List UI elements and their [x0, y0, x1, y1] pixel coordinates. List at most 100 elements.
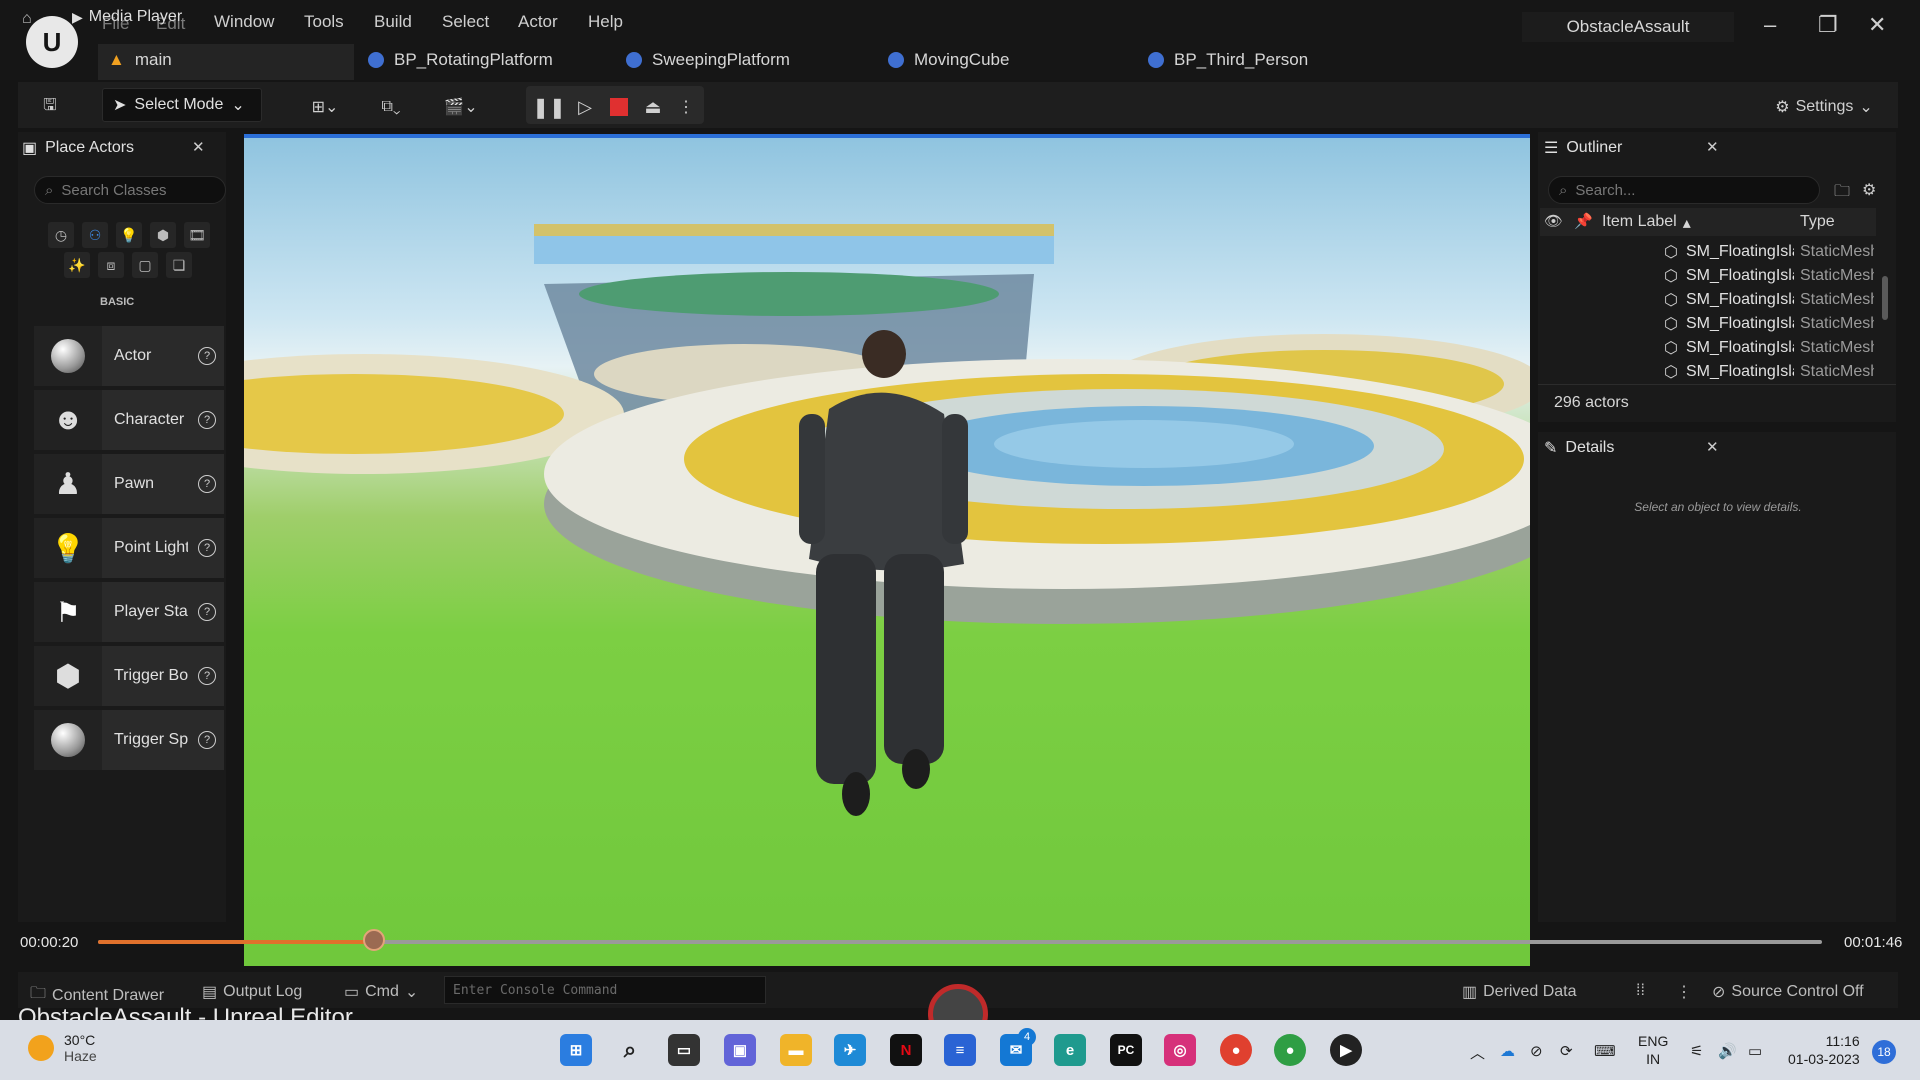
help-icon[interactable]: ?: [198, 731, 216, 749]
unreal-logo-icon[interactable]: U: [26, 16, 78, 68]
file-explorer-icon[interactable]: ▬: [780, 1034, 812, 1066]
home-icon[interactable]: ⌂: [22, 10, 32, 28]
onedrive-icon[interactable]: ☁: [1500, 1042, 1515, 1060]
tray-icon[interactable]: ⊘: [1530, 1042, 1543, 1060]
search-icon[interactable]: ⌕: [614, 1034, 646, 1066]
add-actor-button[interactable]: ⊞⌄: [302, 92, 348, 122]
help-icon[interactable]: ?: [198, 347, 216, 365]
restore-icon[interactable]: ❐: [1818, 12, 1838, 38]
gear-icon[interactable]: ⚙: [1862, 180, 1876, 200]
menu-help[interactable]: Help: [588, 12, 623, 32]
outliner-row[interactable]: ⬡ SM_FloatingIsland StaticMeshActor: [1664, 312, 1876, 336]
actor-item-player-start[interactable]: ⚑ Player Start ?: [34, 582, 224, 642]
derived-data-button[interactable]: ▥ Derived Data: [1462, 982, 1577, 1002]
chrome-icon[interactable]: ●: [1220, 1034, 1252, 1066]
pause-icon[interactable]: ❚❚: [532, 92, 566, 122]
clock[interactable]: 11:16 01-03-2023: [1788, 1032, 1860, 1068]
notification-badge[interactable]: 18: [1872, 1040, 1896, 1064]
outliner-scrollbar[interactable]: [1882, 276, 1888, 320]
basic-icon[interactable]: ⚇: [82, 222, 108, 248]
outliner-row[interactable]: ⬡ SM_FloatingIsland StaticMeshActor: [1664, 360, 1876, 384]
lights-icon[interactable]: 💡: [116, 222, 142, 248]
settings-button[interactable]: ⚙ Settings ⌄: [1766, 92, 1882, 122]
source-control-button[interactable]: ⊘ Source Control Off: [1712, 982, 1864, 1002]
visual-effects-icon[interactable]: ✨: [64, 252, 90, 278]
geometry-icon[interactable]: ⧈: [98, 252, 124, 278]
stop-button[interactable]: [606, 92, 632, 122]
actor-item-pawn[interactable]: ♟ Pawn ?: [34, 454, 224, 514]
pycharm-icon[interactable]: PC: [1110, 1034, 1142, 1066]
menu-tools[interactable]: Tools: [304, 12, 344, 32]
recent-icon[interactable]: ◷: [48, 222, 74, 248]
actor-item-trigger-box[interactable]: ⬢ Trigger Box ?: [34, 646, 224, 706]
blueprint-button[interactable]: ⧉⌄: [368, 92, 414, 122]
teams-chat-icon[interactable]: ▣: [724, 1034, 756, 1066]
shapes-icon[interactable]: ⬢: [150, 222, 176, 248]
game-viewport[interactable]: [244, 134, 1530, 966]
minimize-icon[interactable]: –: [1764, 12, 1776, 38]
battery-icon[interactable]: ▭: [1748, 1042, 1762, 1060]
volume-icon[interactable]: 🔊: [1718, 1042, 1737, 1060]
volumes-icon[interactable]: ▢: [132, 252, 158, 278]
task-view-icon[interactable]: ▭: [668, 1034, 700, 1066]
cinematic-icon[interactable]: 🎞: [184, 222, 210, 248]
sync-icon[interactable]: ⟳: [1560, 1042, 1573, 1060]
menu-build[interactable]: Build: [374, 12, 412, 32]
tab-bp-rotating-platform[interactable]: BP_RotatingPlatform: [368, 50, 553, 70]
app-icon[interactable]: ✈: [834, 1034, 866, 1066]
seek-handle[interactable]: [362, 929, 385, 951]
tab-sweeping-platform[interactable]: SweepingPlatform: [626, 50, 790, 70]
close-panel-icon[interactable]: ✕: [1706, 138, 1719, 156]
output-log-button[interactable]: ▤ Output Log: [202, 982, 302, 1002]
outliner-row[interactable]: ⬡ SM_FloatingIsland StaticMeshActor: [1664, 264, 1876, 288]
all-classes-icon[interactable]: ❏: [166, 252, 192, 278]
netflix-icon[interactable]: N: [890, 1034, 922, 1066]
frame-advance-icon[interactable]: ▷: [572, 92, 598, 122]
actor-item-point-light[interactable]: 💡 Point Light ?: [34, 518, 224, 578]
menu-window[interactable]: Window: [214, 12, 274, 32]
trace-icon[interactable]: ⁞⁞: [1636, 982, 1645, 1000]
help-icon[interactable]: ?: [198, 667, 216, 685]
wifi-icon[interactable]: ⚟: [1690, 1042, 1703, 1060]
console-command-input[interactable]: Enter Console Command: [444, 976, 766, 1004]
actor-item-character[interactable]: ☻ Character ?: [34, 390, 224, 450]
cmd-dropdown[interactable]: ▭ Cmd ⌄: [344, 982, 418, 1002]
outliner-row[interactable]: ⬡ SM_FloatingIsland StaticMeshActor: [1664, 336, 1876, 360]
language-indicator[interactable]: ENG IN: [1638, 1032, 1668, 1068]
outliner-search-input[interactable]: ⌕ Search...: [1548, 176, 1820, 204]
outliner-row[interactable]: ⬡ SM_FloatingIsland StaticMeshActor: [1664, 240, 1876, 264]
chrome-profile-icon[interactable]: ●: [1274, 1034, 1306, 1066]
tab-bp-third-person[interactable]: BP_Third_Person: [1148, 50, 1308, 70]
add-folder-icon[interactable]: 🗀: [1834, 180, 1850, 207]
help-icon[interactable]: ?: [198, 539, 216, 557]
menu-select[interactable]: Select: [442, 12, 489, 32]
help-icon[interactable]: ?: [198, 411, 216, 429]
select-mode-dropdown[interactable]: ➤ Select Mode ⌄: [102, 88, 262, 122]
close-icon[interactable]: ✕: [1868, 12, 1886, 38]
notepad-icon[interactable]: ≡: [944, 1034, 976, 1066]
menu-edit[interactable]: Edit: [156, 14, 185, 34]
pin-icon[interactable]: 📌: [1574, 212, 1593, 230]
help-icon[interactable]: ?: [198, 603, 216, 621]
menu-actor[interactable]: Actor: [518, 12, 558, 32]
windows-start-icon[interactable]: ⊞: [560, 1034, 592, 1066]
actor-item-trigger-sphere[interactable]: Trigger Sphere ?: [34, 710, 224, 770]
media-player-icon[interactable]: ▶: [1330, 1034, 1362, 1066]
tab-main[interactable]: ▲ main: [108, 50, 172, 70]
close-panel-icon[interactable]: ✕: [1706, 438, 1719, 456]
search-classes-input[interactable]: ⌕ Search Classes: [34, 176, 226, 204]
help-icon[interactable]: ?: [198, 475, 216, 493]
save-icon[interactable]: 🖫: [36, 92, 64, 122]
item-label-column[interactable]: Item Label ▴: [1602, 213, 1691, 233]
close-panel-icon[interactable]: ✕: [192, 138, 205, 156]
menu-file[interactable]: File: [102, 14, 129, 34]
outliner-row[interactable]: ⬡ SM_FloatingIsland StaticMeshActor: [1664, 288, 1876, 312]
visibility-icon[interactable]: 👁: [1544, 212, 1563, 230]
chevron-up-icon[interactable]: ︿: [1470, 1042, 1485, 1063]
edge-icon[interactable]: e: [1054, 1034, 1086, 1066]
weather-widget[interactable]: 30°C Haze: [28, 1032, 97, 1064]
type-column[interactable]: Type: [1800, 213, 1835, 231]
eject-icon[interactable]: ⏏: [640, 92, 666, 122]
instagram-icon[interactable]: ◎: [1164, 1034, 1196, 1066]
cinematics-button[interactable]: 🎬⌄: [438, 92, 484, 122]
